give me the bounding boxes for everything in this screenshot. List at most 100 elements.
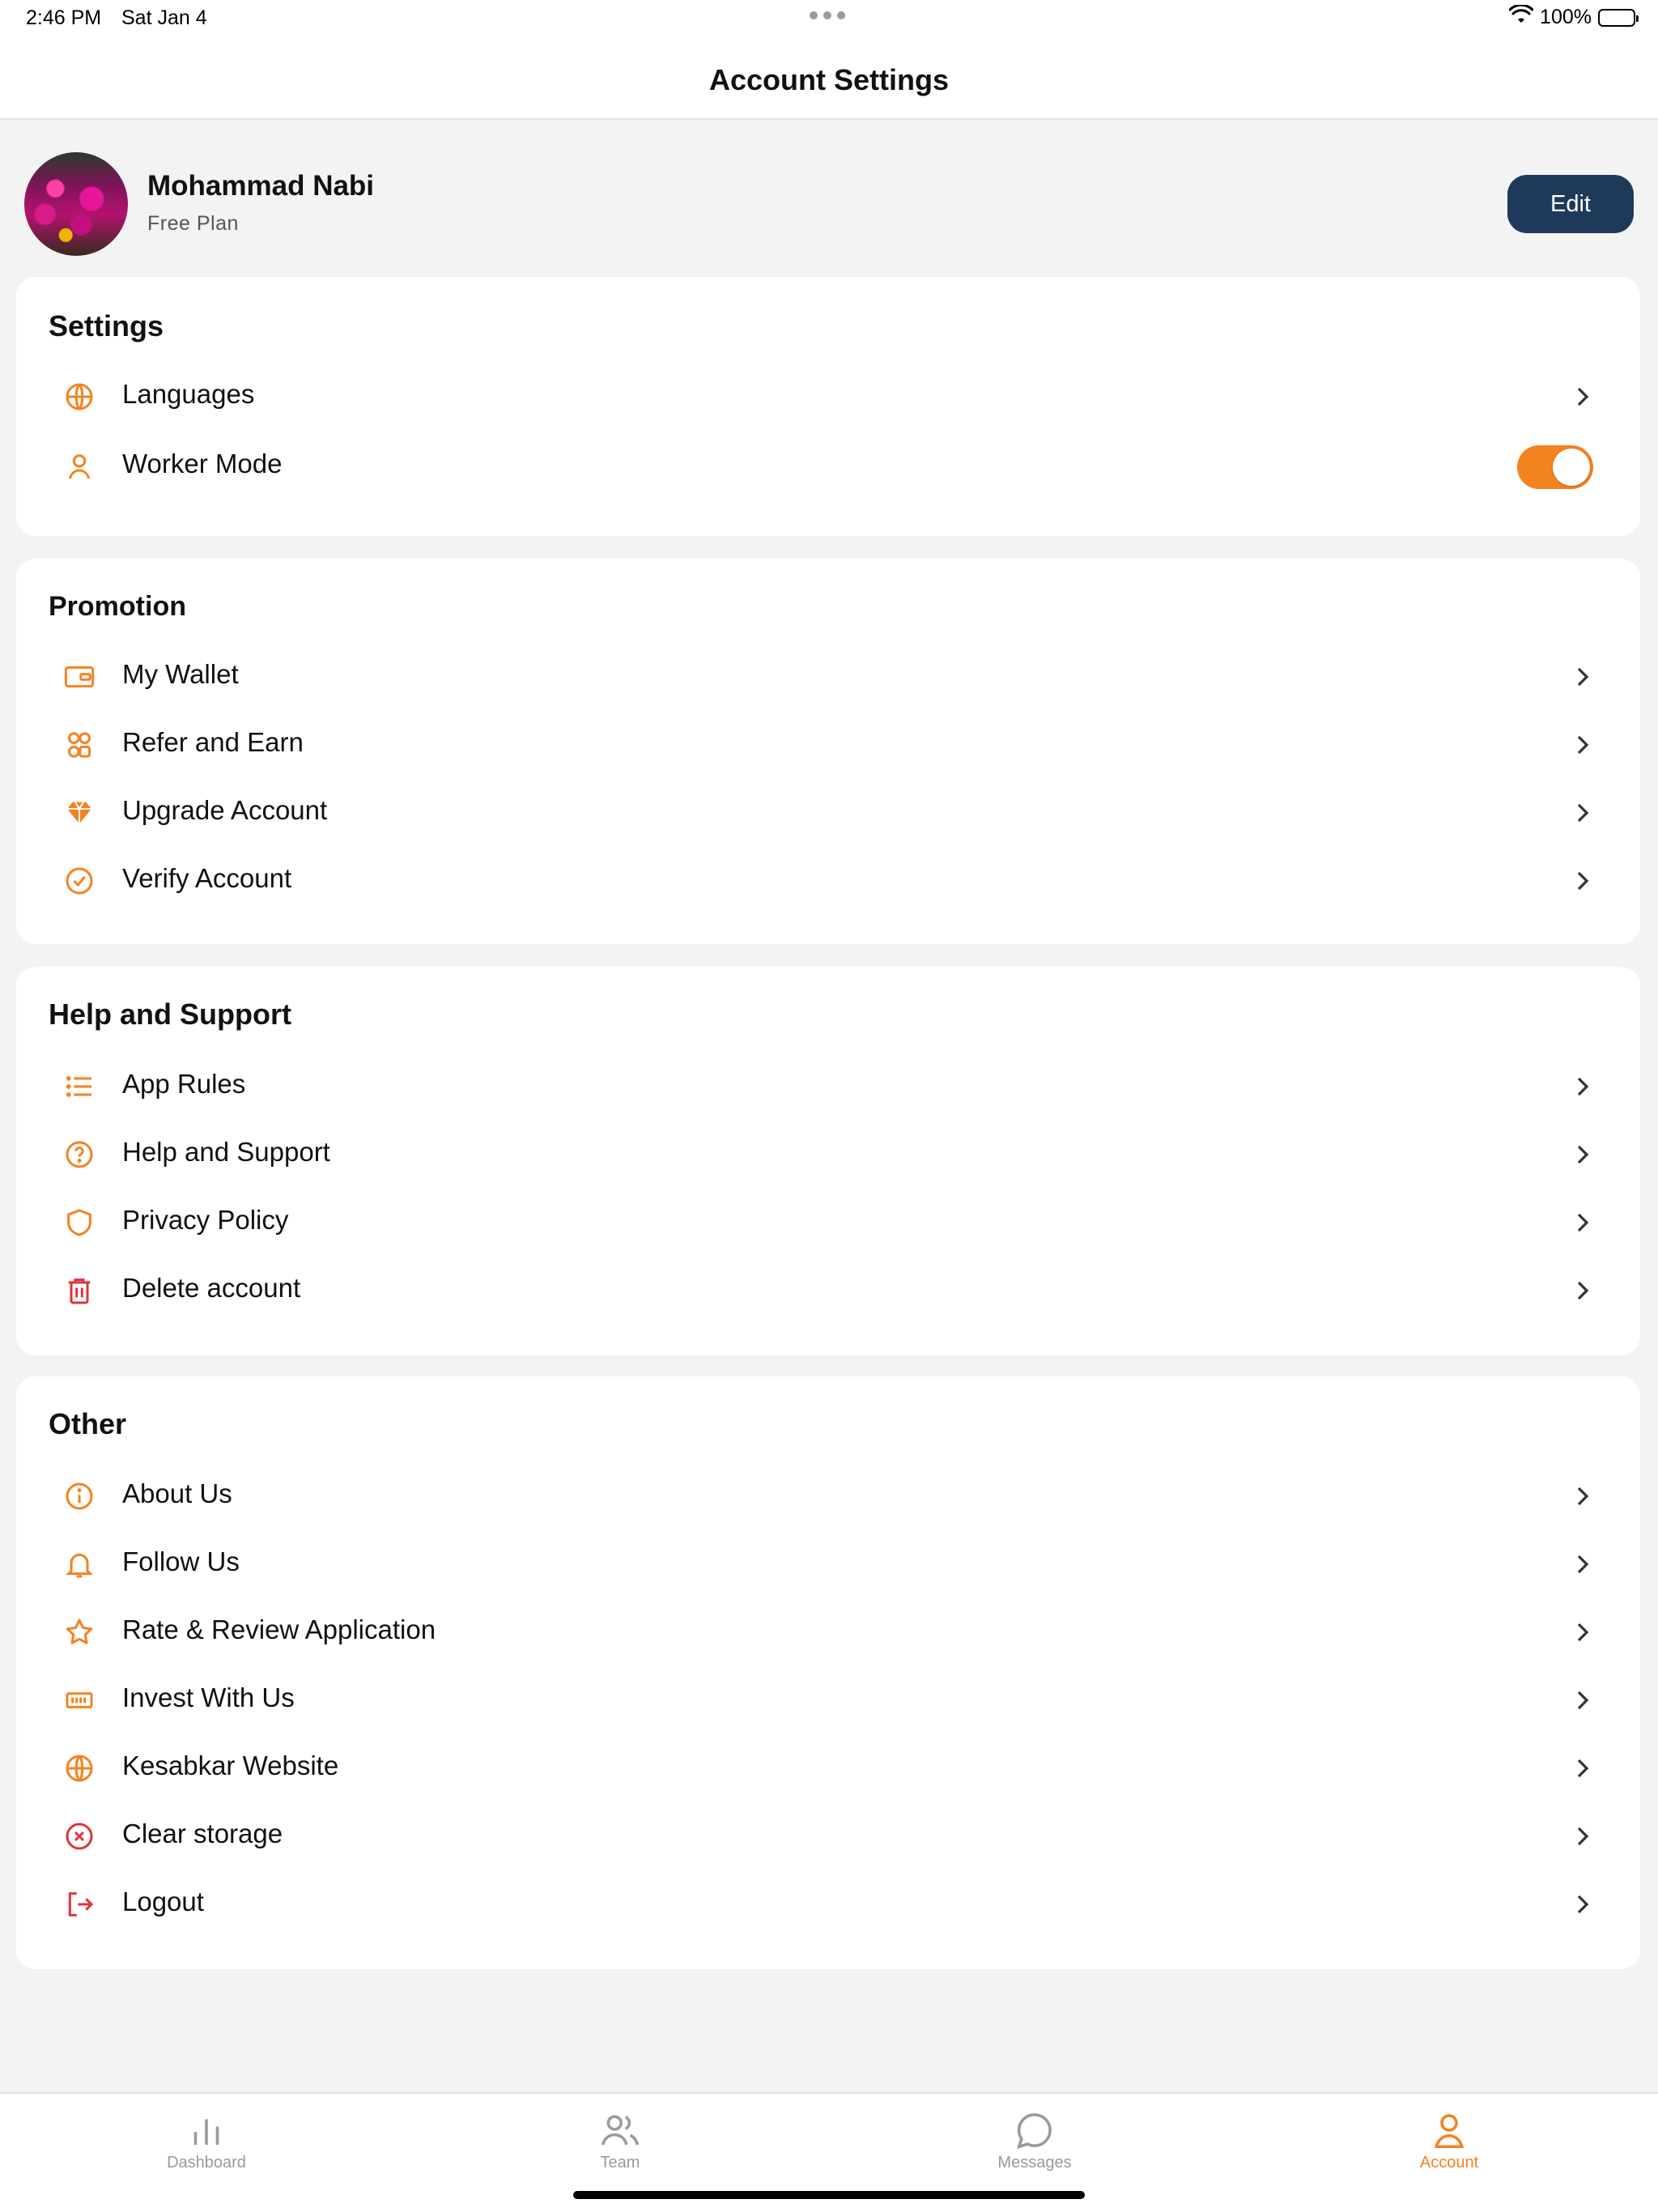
- chevron-right-icon: [1572, 1485, 1592, 1508]
- upgrade-account-label: Upgrade Account: [122, 795, 328, 825]
- worker-mode-label: Worker Mode: [122, 449, 283, 479]
- help-and-support-row[interactable]: Help and Support: [16, 1121, 1640, 1189]
- tab-account[interactable]: Account: [1368, 2108, 1530, 2172]
- diamond-icon: [63, 797, 96, 829]
- delete-account-label: Delete account: [122, 1273, 301, 1303]
- privacy-policy-row[interactable]: Privacy Policy: [16, 1189, 1640, 1257]
- wallet-icon: [63, 661, 96, 693]
- refer-and-earn-label: Refer and Earn: [122, 727, 304, 757]
- info-circle-icon: [63, 1480, 96, 1512]
- help-and-support-label: Help and Support: [122, 1137, 330, 1167]
- verify-account-label: Verify Account: [122, 863, 292, 893]
- chevron-right-icon: [1572, 1757, 1592, 1780]
- shield-icon: [63, 1206, 96, 1239]
- clear-storage-row[interactable]: Clear storage: [16, 1802, 1640, 1870]
- logout-icon: [63, 1888, 96, 1921]
- promotion-card: Promotion My Wallet Refer and Earn Upgra…: [16, 559, 1640, 944]
- star-icon: [63, 1616, 96, 1648]
- tab-team-label: Team: [600, 2154, 640, 2172]
- help-support-title: Help and Support: [49, 998, 291, 1031]
- profile-name: Mohammad Nabi: [147, 170, 375, 202]
- my-wallet-label: My Wallet: [122, 659, 239, 689]
- app-rules-label: App Rules: [122, 1069, 246, 1099]
- chevron-right-icon: [1572, 1893, 1592, 1916]
- logout-label: Logout: [122, 1887, 204, 1916]
- chevron-right-icon: [1572, 1621, 1592, 1644]
- invest-with-us-label: Invest With Us: [122, 1682, 295, 1712]
- my-wallet-row[interactable]: My Wallet: [16, 643, 1640, 711]
- chevron-right-icon: [1572, 1143, 1592, 1166]
- clear-storage-label: Clear storage: [122, 1819, 283, 1848]
- languages-row[interactable]: Languages: [16, 363, 1640, 431]
- tab-team[interactable]: Team: [539, 2108, 701, 2172]
- upgrade-account-row[interactable]: Upgrade Account: [16, 779, 1640, 847]
- delete-account-row[interactable]: Delete account: [16, 1257, 1640, 1325]
- profile-section: Mohammad Nabi Free Plan Edit: [0, 121, 1658, 275]
- home-indicator[interactable]: [573, 2191, 1085, 2199]
- logout-row[interactable]: Logout: [16, 1870, 1640, 1938]
- user-icon: [1427, 2108, 1471, 2152]
- worker-mode-toggle[interactable]: [1517, 445, 1593, 489]
- battery-icon: [1598, 8, 1639, 27]
- settings-card: Settings Languages Worker Mode: [16, 277, 1640, 536]
- follow-us-label: Follow Us: [122, 1546, 240, 1576]
- tab-messages-label: Messages: [997, 2154, 1072, 2172]
- tab-account-label: Account: [1419, 2154, 1479, 2172]
- chevron-right-icon: [1572, 1211, 1592, 1234]
- check-circle-icon: [63, 865, 96, 897]
- rate-review-row[interactable]: Rate & Review Application: [16, 1598, 1640, 1666]
- status-time: 2:46 PM: [26, 6, 102, 29]
- chat-bubble-icon: [1013, 2108, 1056, 2152]
- nav-header: Account Settings: [0, 39, 1658, 120]
- chevron-right-icon: [1572, 870, 1592, 892]
- multitasking-dots-icon[interactable]: [810, 11, 845, 19]
- globe-icon: [63, 381, 96, 413]
- help-support-card: Help and Support App Rules Help and Supp…: [16, 967, 1640, 1355]
- battery-percent: 100%: [1540, 6, 1592, 28]
- question-circle-icon: [63, 1138, 96, 1171]
- chevron-right-icon: [1572, 1825, 1592, 1848]
- settings-title: Settings: [49, 309, 164, 342]
- wifi-icon: [1508, 3, 1534, 30]
- website-row[interactable]: Kesabkar Website: [16, 1734, 1640, 1802]
- app-rules-row[interactable]: App Rules: [16, 1053, 1640, 1121]
- chevron-right-icon: [1572, 1279, 1592, 1302]
- chevron-right-icon: [1572, 666, 1592, 688]
- verify-account-row[interactable]: Verify Account: [16, 847, 1640, 915]
- globe-icon: [63, 1752, 96, 1784]
- worker-mode-row: Worker Mode: [16, 432, 1640, 500]
- refer-icon: [63, 729, 96, 761]
- promotion-title: Promotion: [49, 591, 186, 622]
- edit-button[interactable]: Edit: [1507, 175, 1634, 233]
- users-icon: [598, 2108, 642, 2152]
- refer-and-earn-row[interactable]: Refer and Earn: [16, 711, 1640, 779]
- page-title: Account Settings: [708, 63, 949, 96]
- website-label: Kesabkar Website: [122, 1750, 339, 1780]
- follow-us-row[interactable]: Follow Us: [16, 1530, 1640, 1598]
- status-date: Sat Jan 4: [121, 6, 207, 29]
- bar-chart-icon: [185, 2108, 228, 2152]
- other-title: Other: [49, 1407, 127, 1440]
- list-icon: [63, 1070, 96, 1103]
- chevron-right-icon: [1572, 802, 1592, 824]
- profile-plan: Free Plan: [147, 212, 239, 235]
- tab-messages[interactable]: Messages: [954, 2108, 1116, 2172]
- rate-review-label: Rate & Review Application: [122, 1614, 436, 1644]
- chevron-right-icon: [1572, 385, 1592, 408]
- tab-dashboard[interactable]: Dashboard: [125, 2108, 287, 2172]
- privacy-policy-label: Privacy Policy: [122, 1205, 289, 1235]
- chevron-right-icon: [1572, 1553, 1592, 1576]
- bell-icon: [63, 1548, 96, 1580]
- banknote-icon: [63, 1684, 96, 1716]
- x-circle-icon: [63, 1820, 96, 1853]
- invest-with-us-row[interactable]: Invest With Us: [16, 1666, 1640, 1734]
- about-us-label: About Us: [122, 1478, 232, 1508]
- languages-label: Languages: [122, 379, 255, 409]
- other-card: Other About Us Follow Us Rate & Review A…: [16, 1376, 1640, 1969]
- status-bar: 2:46 PM Sat Jan 4 100%: [0, 0, 1658, 39]
- chevron-right-icon: [1572, 734, 1592, 756]
- chevron-right-icon: [1572, 1689, 1592, 1712]
- trash-icon: [63, 1274, 96, 1307]
- about-us-row[interactable]: About Us: [16, 1462, 1640, 1530]
- avatar[interactable]: [24, 152, 128, 256]
